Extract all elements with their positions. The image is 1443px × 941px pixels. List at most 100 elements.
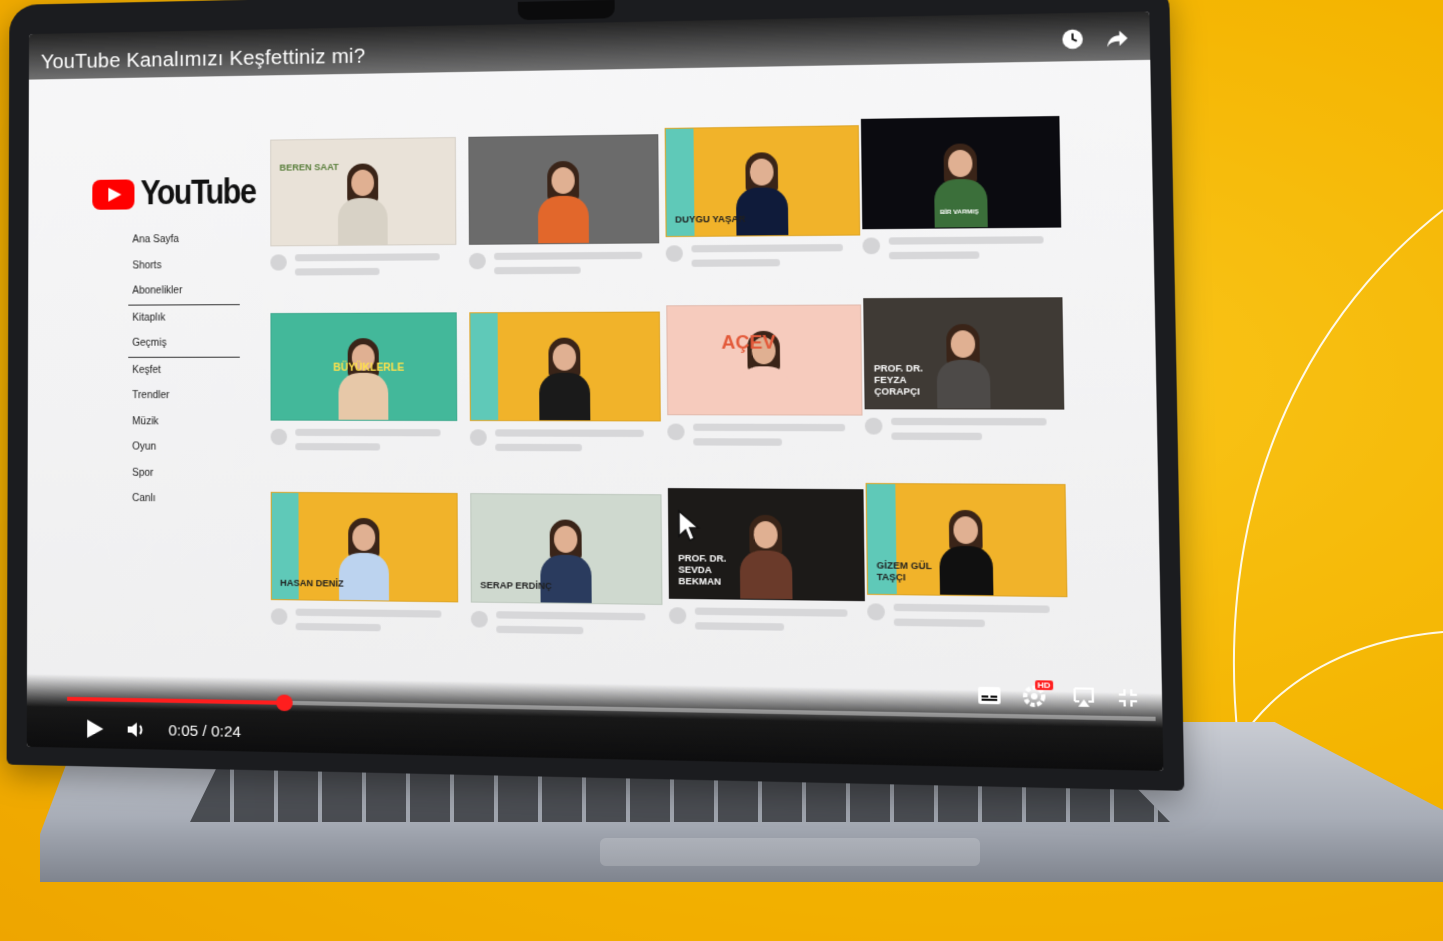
subtitle-line-placeholder	[294, 267, 380, 276]
thumbnail-label: BİR VARMIŞ	[939, 209, 979, 217]
video-meta-placeholder	[867, 603, 1066, 635]
video-thumbnail[interactable]: BİR VARMIŞ	[860, 115, 1062, 230]
video-thumbnail[interactable]: GİZEM GÜL TAŞÇI	[865, 482, 1068, 598]
video-card[interactable]: HASAN DENİZ	[270, 491, 459, 640]
sidebar-item-spor[interactable]: Spor	[128, 460, 240, 486]
video-card[interactable]	[468, 134, 660, 282]
sidebar-item-gecmis[interactable]: Geçmiş	[128, 330, 240, 358]
subtitle-line-placeholder	[694, 622, 785, 631]
video-meta-placeholder	[864, 417, 1063, 448]
subtitles-icon[interactable]	[977, 686, 1002, 706]
channel-avatar-placeholder	[862, 237, 881, 255]
title-line-placeholder	[295, 608, 442, 618]
hd-badge: HD	[1035, 680, 1053, 691]
sidebar-item-kesfet[interactable]: Keşfet	[128, 357, 240, 383]
title-line-placeholder	[888, 236, 1044, 245]
video-thumbnail[interactable]: AÇEV	[666, 304, 863, 416]
video-thumbnail[interactable]: PROF. DR. FEYZA ÇORAPÇI	[863, 297, 1065, 410]
thumbnail-label: BEREN SAAT	[279, 161, 339, 173]
channel-avatar-placeholder	[470, 610, 488, 628]
sidebar-item-muzik[interactable]: Müzik	[128, 409, 240, 435]
channel-avatar-placeholder	[270, 428, 288, 446]
channel-avatar-placeholder	[667, 423, 685, 441]
subtitle-line-placeholder	[893, 618, 985, 628]
subtitle-line-placeholder	[295, 622, 381, 632]
subtitle-line-placeholder	[891, 432, 983, 441]
channel-avatar-placeholder	[270, 608, 288, 625]
video-meta-placeholder	[469, 429, 659, 459]
screen: YouTube Kanalımızı Keşfettiniz mi? YouTu…	[26, 11, 1164, 771]
video-meta-placeholder	[270, 608, 456, 639]
channel-avatar-placeholder	[270, 254, 287, 271]
airplay-icon[interactable]	[1071, 686, 1096, 708]
video-meta-placeholder	[668, 607, 863, 639]
video-thumbnail[interactable]: HASAN DENİZ	[270, 491, 459, 603]
thumbnail-person	[536, 160, 592, 245]
video-thumbnail[interactable]	[469, 311, 661, 422]
thumbnail-person	[336, 163, 390, 247]
title-line-placeholder	[694, 607, 848, 617]
sidebar-item-abonelikler[interactable]: Abonelikler	[128, 277, 240, 306]
subtitle-line-placeholder	[691, 259, 781, 267]
clock-icon[interactable]	[1060, 27, 1085, 51]
video-thumbnail[interactable]	[468, 134, 660, 245]
subtitle-line-placeholder	[496, 625, 584, 635]
sidebar-item-ana-sayfa[interactable]: Ana Sayfa	[128, 226, 239, 253]
volume-icon[interactable]	[126, 719, 148, 740]
title-line-placeholder	[891, 417, 1047, 426]
title-line-placeholder	[893, 603, 1050, 614]
youtube-logo[interactable]: YouTube	[92, 173, 255, 213]
title-line-placeholder	[693, 423, 846, 432]
laptop-lid: YouTube Kanalımızı Keşfettiniz mi? YouTu…	[6, 0, 1185, 791]
video-card[interactable]: BÜYÜKLERLE	[270, 312, 458, 458]
channel-avatar-placeholder	[468, 252, 486, 270]
video-thumbnail[interactable]: DUYGU YAŞAR	[664, 125, 861, 238]
channel-avatar-placeholder	[864, 417, 883, 435]
channel-avatar-placeholder	[668, 607, 687, 625]
video-card[interactable]: AÇEV	[666, 304, 863, 453]
subtitle-line-placeholder	[888, 251, 980, 260]
video-thumbnail[interactable]: SERAP ERDİNÇ	[470, 493, 663, 605]
title-line-placeholder	[496, 611, 646, 621]
subtitle-line-placeholder	[495, 443, 583, 452]
youtube-play-icon	[92, 179, 135, 210]
sidebar-item-oyun[interactable]: Oyun	[128, 434, 240, 460]
channel-avatar-placeholder	[665, 245, 683, 262]
video-card[interactable]: BİR VARMIŞ	[860, 115, 1062, 267]
sidebar-item-canli[interactable]: Canlı	[128, 486, 240, 513]
title-line-placeholder	[294, 253, 440, 262]
exit-fullscreen-icon[interactable]	[1116, 687, 1139, 709]
video-card[interactable]	[469, 311, 661, 459]
channel-avatar-placeholder	[867, 603, 885, 621]
video-meta-placeholder	[470, 610, 661, 643]
video-thumbnail[interactable]: BÜYÜKLERLE	[270, 312, 458, 422]
video-meta-placeholder	[665, 244, 859, 274]
play-icon[interactable]	[85, 717, 105, 740]
video-card[interactable]: BEREN SAAT	[270, 137, 457, 283]
subtitle-line-placeholder	[693, 438, 783, 446]
thumbnail-label: PROF. DR. FEYZA ÇORAPÇI	[873, 363, 924, 397]
video-meta-placeholder	[468, 251, 657, 282]
thumbnail-label: HASAN DENİZ	[280, 577, 344, 589]
video-title[interactable]: YouTube Kanalımızı Keşfettiniz mi?	[41, 45, 366, 74]
sidebar-item-kitaplik[interactable]: Kitaplık	[128, 305, 240, 331]
video-card[interactable]: DUYGU YAŞAR	[664, 125, 861, 274]
thumbnail-label: AÇEV	[721, 331, 776, 353]
trackpad	[600, 838, 980, 866]
subtitle-line-placeholder	[494, 266, 581, 275]
time-display: 0:05 / 0:24	[168, 721, 242, 741]
video-card[interactable]: PROF. DR. FEYZA ÇORAPÇI	[863, 297, 1065, 448]
thumbnail-label: SERAP ERDİNÇ	[480, 579, 553, 592]
video-thumbnail[interactable]: PROF. DR. SEVDA BEKMAN	[667, 488, 865, 602]
sidebar-item-shorts[interactable]: Shorts	[128, 252, 239, 278]
video-meta-placeholder	[270, 253, 454, 283]
video-card[interactable]: GİZEM GÜL TAŞÇI	[865, 482, 1068, 636]
title-line-placeholder	[494, 251, 643, 260]
sidebar-item-trendler[interactable]: Trendler	[128, 383, 240, 409]
video-card[interactable]: SERAP ERDİNÇ	[470, 493, 663, 643]
share-icon[interactable]	[1105, 27, 1130, 51]
channel-avatar-placeholder	[469, 429, 487, 446]
settings-hd-button[interactable]: HD	[1022, 684, 1053, 708]
video-top-bar: YouTube Kanalımızı Keşfettiniz mi?	[28, 11, 1151, 80]
video-thumbnail[interactable]: BEREN SAAT	[270, 137, 457, 247]
